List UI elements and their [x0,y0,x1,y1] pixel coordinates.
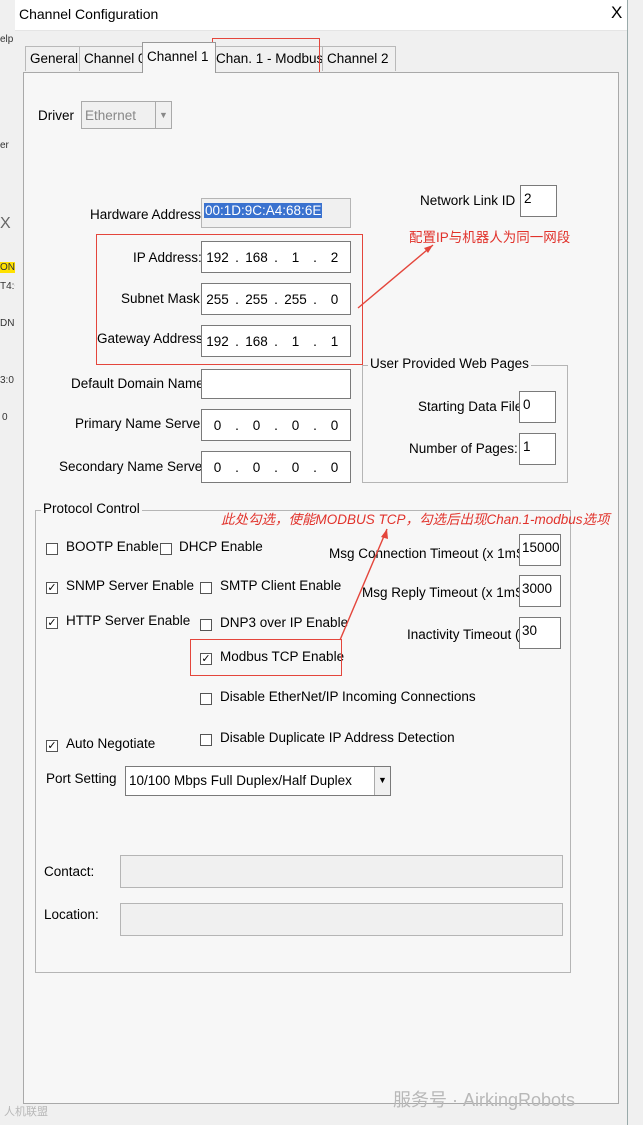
watermark: 服务号 · AirkingRobots [393,1090,576,1110]
arrow-head [381,529,388,539]
bg-text: ON [0,262,15,273]
bg-text: elp [0,34,14,45]
bg-text: er [0,140,9,151]
arrow-line [357,244,434,309]
background-app-left-edge: elp er X ON T4:0 DN 3:0 0 [0,0,20,1125]
bg-text: 0 [2,412,8,423]
corner-watermark: 人机联盟 [4,1106,48,1118]
annotation-arrows [339,244,434,641]
tab-channel-1[interactable]: Channel 1 [142,42,216,73]
background-app-right-edge [627,0,643,1125]
bg-text: 3:0 [0,375,14,386]
bg-text: DN [0,318,15,329]
bg-close-icon: X [0,215,11,232]
channel-configuration-dialog: Channel Configuration X General Channel … [15,0,627,1125]
arrow-line [339,528,388,641]
